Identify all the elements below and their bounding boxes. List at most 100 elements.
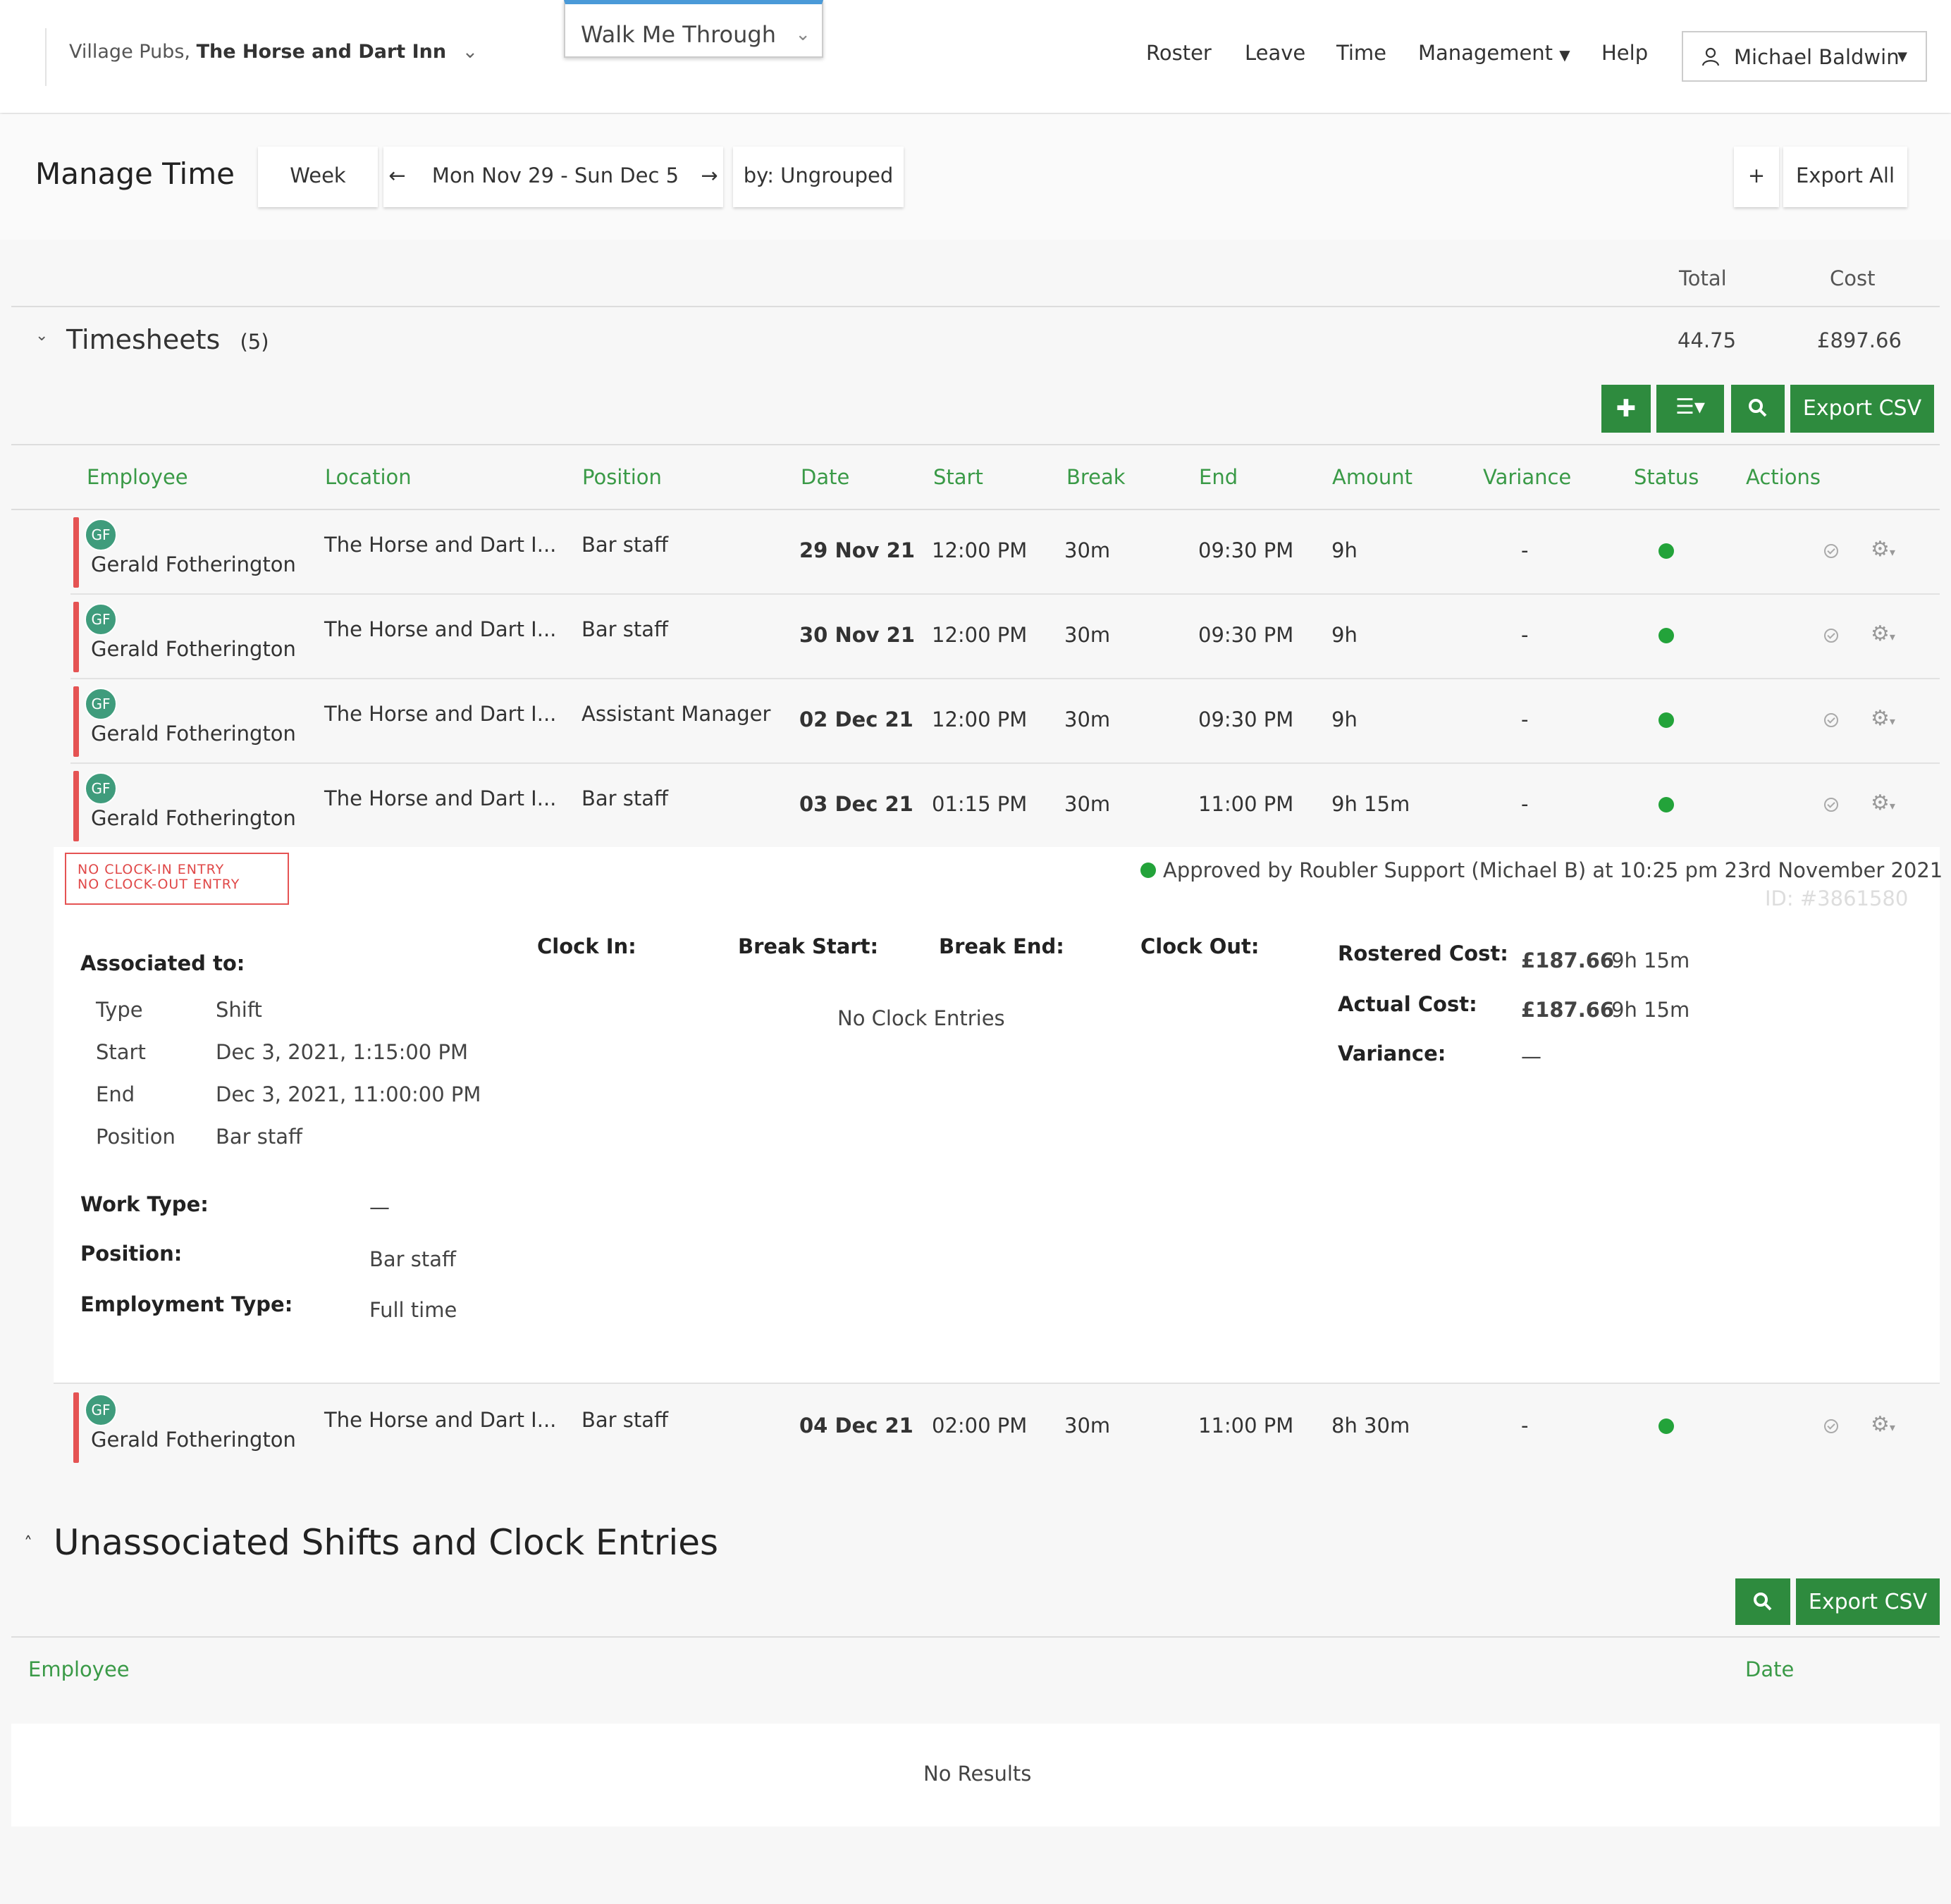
page: Village Pubs, The Horse and Dart Inn ⌄ W…	[0, 0, 1951, 1904]
user-menu[interactable]: Michael Baldwin ▼	[1682, 31, 1927, 82]
actual-cost-value: £187.66	[1521, 998, 1615, 1022]
collapse-chevron-icon[interactable]: ⌄	[35, 327, 48, 345]
list-options-button[interactable]: ☰▾	[1656, 385, 1724, 433]
export-all-button[interactable]: Export All	[1783, 147, 1907, 207]
gear-icon[interactable]: ⚙▾	[1871, 622, 1895, 646]
date-range-navigator[interactable]: ← Mon Nov 29 - Sun Dec 5 →	[383, 147, 723, 207]
rostered-hours-value: 9h 15m	[1611, 948, 1690, 972]
approve-check-icon[interactable]	[1824, 544, 1838, 558]
add-timesheet-button[interactable]: ✚	[1601, 385, 1651, 433]
status-bar	[73, 1392, 79, 1463]
group-by-button[interactable]: by: Ungrouped	[733, 147, 904, 207]
status-approved-dot	[1658, 712, 1674, 728]
arrow-right-icon[interactable]: →	[701, 163, 718, 187]
assoc-type-value: Shift	[216, 998, 262, 1022]
arrow-left-icon[interactable]: ←	[388, 163, 405, 187]
col-header-status[interactable]: Status	[1634, 465, 1699, 489]
nav-management[interactable]: Management ▼	[1418, 41, 1570, 65]
top-navbar: Village Pubs, The Horse and Dart Inn ⌄ W…	[0, 0, 1951, 113]
col-header-position[interactable]: Position	[582, 465, 662, 489]
col-header-start[interactable]: Start	[933, 465, 983, 489]
timesheets-section-title[interactable]: Timesheets (5)	[66, 324, 269, 355]
divider	[11, 444, 1940, 445]
gear-icon[interactable]: ⚙▾	[1871, 1412, 1895, 1437]
employee-name: Gerald Fotherington	[91, 1428, 296, 1452]
position-cell: Bar staff	[581, 617, 669, 641]
search-icon	[1754, 1593, 1772, 1611]
table-row[interactable]: GF Gerald Fotherington The Horse and Dar…	[70, 595, 1940, 679]
chevron-down-icon: ⌄	[462, 41, 479, 63]
approve-check-icon[interactable]	[1824, 1419, 1838, 1433]
col-header-end[interactable]: End	[1199, 465, 1238, 489]
status-approved-dot	[1658, 1418, 1674, 1434]
table-row[interactable]: GF Gerald Fotherington The Horse and Dar…	[70, 1385, 1940, 1469]
page-title: Manage Time	[35, 156, 235, 191]
nav-time[interactable]: Time	[1336, 41, 1386, 65]
variance-label: Variance:	[1338, 1041, 1446, 1065]
nav-help[interactable]: Help	[1601, 41, 1648, 65]
nav-leave[interactable]: Leave	[1245, 41, 1305, 65]
variance-cell: -	[1521, 707, 1529, 731]
list-menu-icon: ☰▾	[1675, 395, 1705, 419]
amount-cell: 8h 30m	[1331, 1414, 1410, 1438]
search-icon	[1749, 399, 1767, 417]
assoc-start-value: Dec 3, 2021, 1:15:00 PM	[216, 1040, 468, 1064]
nav-roster[interactable]: Roster	[1146, 41, 1212, 65]
status-approved-dot	[1658, 797, 1674, 812]
approve-check-icon[interactable]	[1824, 713, 1838, 727]
avatar: GF	[85, 1394, 117, 1426]
week-button[interactable]: Week	[258, 147, 378, 207]
location-cell: The Horse and Dart I...	[324, 702, 557, 726]
col-header-amount[interactable]: Amount	[1332, 465, 1413, 489]
status-bar	[73, 771, 79, 841]
search-button[interactable]	[1731, 385, 1785, 433]
col-header-variance[interactable]: Variance	[1483, 465, 1571, 489]
col-header-employee[interactable]: Employee	[28, 1657, 130, 1681]
end-cell: 09:30 PM	[1198, 623, 1294, 647]
table-row-expanded[interactable]: GF Gerald Fotherington The Horse and Dar…	[70, 764, 1940, 847]
unassociated-search-button[interactable]	[1735, 1578, 1790, 1625]
col-header-break[interactable]: Break	[1066, 465, 1126, 489]
assoc-type-key: Type	[96, 998, 143, 1022]
col-header-employee[interactable]: Employee	[87, 465, 188, 489]
avatar: GF	[85, 772, 117, 805]
timesheet-detail-panel: NO CLOCK-IN ENTRY NO CLOCK-OUT ENTRY App…	[54, 847, 1943, 1384]
location-cell: The Horse and Dart I...	[324, 786, 557, 810]
add-button[interactable]: +	[1734, 147, 1779, 207]
timesheets-count: (5)	[240, 330, 269, 354]
no-results-text: No Results	[923, 1762, 1032, 1786]
export-csv-button[interactable]: Export CSV	[1790, 385, 1934, 433]
employment-type-value: Full time	[369, 1298, 457, 1322]
table-row[interactable]: GF Gerald Fotherington The Horse and Dar…	[70, 510, 1940, 595]
no-clock-entries: No Clock Entries	[837, 1006, 1005, 1030]
approve-check-icon[interactable]	[1824, 798, 1838, 812]
venue-selector[interactable]: Village Pubs, The Horse and Dart Inn ⌄	[69, 41, 478, 63]
collapse-chevron-up-icon[interactable]: ˄	[24, 1533, 32, 1553]
avatar: GF	[85, 603, 117, 636]
end-cell: 09:30 PM	[1198, 707, 1294, 731]
employment-type-label: Employment Type:	[80, 1292, 293, 1316]
gear-icon[interactable]: ⚙▾	[1871, 706, 1895, 731]
col-header-date[interactable]: Date	[801, 465, 849, 489]
location-cell: The Horse and Dart I...	[324, 617, 557, 641]
user-icon	[1701, 47, 1720, 66]
missing-clock-warning: NO CLOCK-IN ENTRY NO CLOCK-OUT ENTRY	[65, 853, 289, 905]
timesheets-total: 44.75	[1678, 328, 1737, 352]
table-row[interactable]: GF Gerald Fotherington The Horse and Dar…	[70, 679, 1940, 764]
position-cell: Bar staff	[581, 786, 669, 810]
col-header-location[interactable]: Location	[325, 465, 412, 489]
end-cell: 11:00 PM	[1198, 1414, 1294, 1438]
variance-cell: -	[1521, 1414, 1529, 1438]
gear-icon[interactable]: ⚙▾	[1871, 791, 1895, 815]
variance-cell: -	[1521, 623, 1529, 647]
unassociated-section-title[interactable]: Unassociated Shifts and Clock Entries	[54, 1522, 718, 1563]
gear-icon[interactable]: ⚙▾	[1871, 537, 1895, 562]
break-cell: 30m	[1064, 538, 1111, 562]
approve-check-icon[interactable]	[1824, 629, 1838, 643]
status-approved-dot	[1658, 543, 1674, 559]
walk-me-through-dropdown[interactable]: Walk Me Through ⌄	[564, 0, 823, 58]
amount-cell: 9h 15m	[1331, 792, 1410, 816]
col-header-date[interactable]: Date	[1745, 1657, 1794, 1681]
employee-name: Gerald Fotherington	[91, 722, 296, 746]
unassociated-export-csv-button[interactable]: Export CSV	[1796, 1578, 1940, 1625]
